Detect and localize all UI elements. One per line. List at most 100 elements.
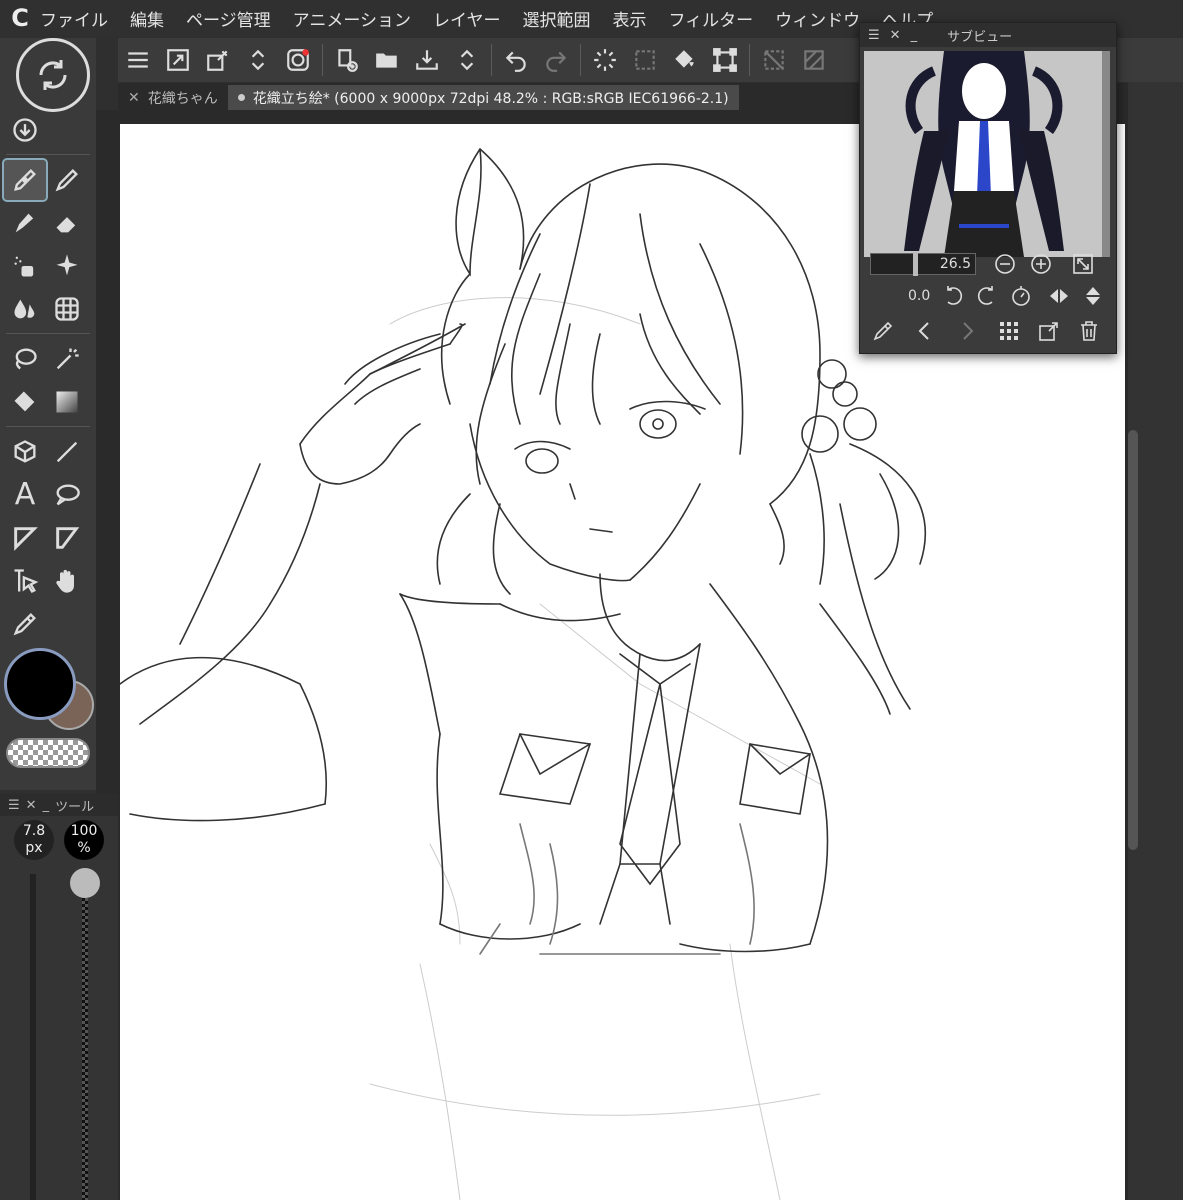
character-reference [904, 51, 1064, 257]
eyedropper-icon[interactable] [4, 604, 46, 644]
minimize-icon[interactable]: _ [911, 28, 918, 43]
operation-icon[interactable] [4, 561, 46, 601]
decoration-icon[interactable] [46, 246, 88, 286]
save-icon[interactable] [407, 40, 447, 80]
hand-icon[interactable] [46, 561, 88, 601]
zoom-slider[interactable]: 26.5 [870, 252, 976, 276]
pencil-icon[interactable] [46, 160, 88, 200]
undo-icon[interactable] [496, 40, 536, 80]
panel-title: ツール [55, 799, 95, 815]
deselect-icon[interactable] [754, 40, 794, 80]
menu-icon[interactable]: ☰ [868, 28, 880, 43]
eraser-icon[interactable] [46, 203, 88, 243]
menu-selection[interactable]: 選択範囲 [523, 6, 591, 31]
brush-size-unit: px [25, 840, 43, 856]
subview-zoom-row: 26.5 [860, 249, 1118, 279]
menu-window[interactable]: ウィンドウ [775, 6, 860, 31]
divider [6, 154, 90, 155]
menu-edit[interactable]: 編集 [130, 6, 164, 31]
close-icon[interactable]: ✕ [26, 798, 37, 813]
next-image-icon[interactable] [952, 316, 982, 346]
download-icon[interactable] [4, 110, 46, 150]
minimize-icon[interactable]: _ [43, 798, 50, 813]
lasso-icon[interactable] [4, 339, 46, 379]
vertical-scrollbar[interactable] [1128, 430, 1138, 850]
balloon-icon[interactable] [46, 475, 88, 515]
open-folder-icon[interactable] [367, 40, 407, 80]
previous-image-icon[interactable] [910, 316, 940, 346]
menu-icon[interactable] [118, 40, 158, 80]
airbrush-icon[interactable] [4, 246, 46, 286]
line-icon[interactable] [46, 432, 88, 472]
fit-screen-icon[interactable] [1068, 249, 1098, 279]
frame-icon[interactable] [4, 518, 46, 558]
menu-filter[interactable]: フィルター [669, 6, 754, 31]
new-file-icon[interactable] [327, 40, 367, 80]
app-logo[interactable]: C [0, 0, 40, 36]
subview-scrollbar[interactable] [1102, 51, 1110, 257]
menu-file[interactable]: ファイル [40, 6, 108, 31]
pen-settings-icon[interactable] [198, 40, 238, 80]
brush-size-slider[interactable] [30, 874, 36, 1200]
3d-icon[interactable] [4, 432, 46, 472]
modified-dot-icon[interactable] [237, 94, 245, 101]
main-color-swatch[interactable] [4, 648, 76, 720]
fill-icon[interactable] [665, 40, 705, 80]
chevron-updown-icon[interactable] [447, 40, 487, 80]
brush-icon[interactable] [4, 203, 46, 243]
transparent-color-swatch[interactable] [6, 738, 90, 768]
pen-icon[interactable] [2, 157, 48, 202]
menu-layer[interactable]: レイヤー [433, 6, 501, 31]
opacity-slider-knob[interactable] [70, 868, 100, 898]
close-icon[interactable]: ✕ [890, 28, 901, 43]
frame-cut-icon[interactable] [46, 518, 88, 558]
tool-property-panel: ☰ ✕ _ ツール 7.8 px 100 % [0, 794, 118, 1200]
tab-document-2[interactable]: 花織立ち絵* (6000 x 9000px 72dpi 48.2% : RGB:… [227, 85, 739, 110]
rotate-right-icon[interactable] [972, 281, 1002, 311]
separator [749, 44, 750, 76]
zoom-in-icon[interactable] [1026, 249, 1056, 279]
grid-view-icon[interactable] [994, 316, 1024, 346]
transform-icon[interactable] [705, 40, 745, 80]
delete-icon[interactable] [1074, 316, 1104, 346]
gradient-icon[interactable] [46, 382, 88, 422]
magic-wand-icon[interactable] [46, 339, 88, 379]
select-icon[interactable] [625, 40, 665, 80]
menu-animation[interactable]: アニメーション [293, 6, 411, 31]
redo-icon[interactable] [536, 40, 576, 80]
reset-rotation-icon[interactable] [1006, 281, 1036, 311]
menu-view[interactable]: 表示 [613, 6, 647, 31]
menu-icon[interactable]: ☰ [8, 798, 20, 813]
mesh-icon[interactable] [46, 289, 88, 329]
zoom-out-icon[interactable] [990, 249, 1020, 279]
flip-horizontal-icon[interactable] [1044, 281, 1074, 311]
rotate-left-icon[interactable] [938, 281, 968, 311]
text-icon[interactable]: A [4, 475, 46, 515]
brush-size-display[interactable]: 7.8 px [14, 820, 54, 860]
loading-icon[interactable] [585, 40, 625, 80]
subview-header: ☰ ✕ _ サブビュー [860, 23, 1116, 47]
reference-image[interactable] [864, 51, 1104, 257]
zoom-slider-knob[interactable] [913, 252, 918, 276]
blend-icon[interactable] [4, 289, 46, 329]
flip-vertical-icon[interactable] [1078, 281, 1108, 311]
clip-studio-window: C ファイル 編集 ページ管理 アニメーション レイヤー 選択範囲 表示 フィル… [0, 0, 1183, 1200]
app-main-icon[interactable] [16, 38, 90, 112]
tool-list: A [2, 108, 92, 645]
close-icon[interactable]: ✕ [128, 90, 140, 106]
import-image-icon[interactable] [1034, 316, 1064, 346]
subview-panel: ☰ ✕ _ サブビュー 26.5 0.0 [859, 22, 1117, 354]
tab-label: 花織ちゃん [147, 90, 218, 107]
fill-icon[interactable] [4, 382, 46, 422]
opacity-slider[interactable] [82, 874, 88, 1200]
zoom-value: 26.5 [939, 256, 971, 272]
menu-page[interactable]: ページ管理 [186, 6, 271, 31]
eyedropper-icon[interactable] [868, 316, 898, 346]
record-icon[interactable] [278, 40, 318, 80]
opacity-display[interactable]: 100 % [64, 820, 104, 860]
tab-document-1[interactable]: ✕ 花織ちゃん [118, 85, 228, 110]
chevron-updown-icon[interactable] [238, 40, 278, 80]
stripe-icon[interactable] [794, 40, 834, 80]
divider [6, 333, 90, 334]
resize-icon[interactable] [158, 40, 198, 80]
